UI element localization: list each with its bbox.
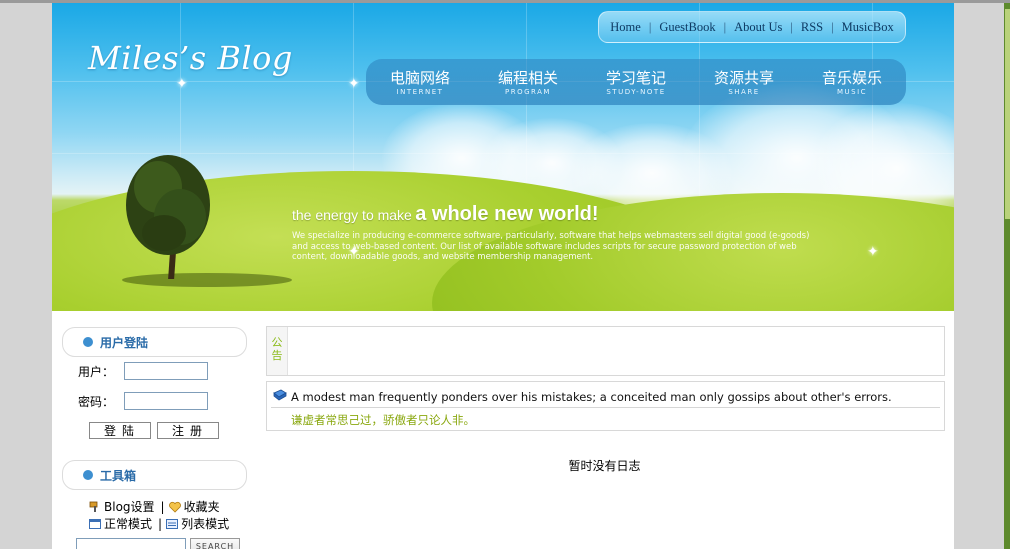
tool-favorites[interactable]: 收藏夹 — [184, 498, 220, 515]
username-input[interactable] — [124, 362, 208, 380]
nav-item-music[interactable]: 音乐娱乐 MUSIC — [802, 69, 902, 96]
slogan-big: a whole new world! — [415, 203, 599, 225]
nav-sublabel: PROGRAM — [505, 87, 551, 96]
nav-label: 资源共享 — [713, 68, 774, 87]
blog-page: ✦ ✦ ✦ ✦ Miles’s Blog Home | GuestBook | … — [52, 3, 954, 549]
guestbook-link[interactable]: GuestBook — [659, 20, 715, 35]
separator: | — [723, 19, 727, 34]
nav-label: 音乐娱乐 — [821, 68, 882, 87]
top-links-bar: Home | GuestBook | About Us | RSS | Musi… — [598, 11, 906, 43]
quote-english: A modest man frequently ponders over his… — [291, 390, 892, 404]
nav-item-internet[interactable]: 电脑网络 INTERNET — [370, 69, 470, 96]
password-input[interactable] — [124, 392, 208, 410]
nav-sublabel: MUSIC — [836, 87, 868, 96]
username-label: 用户： — [78, 364, 115, 379]
search-input[interactable] — [76, 538, 186, 549]
about-us-link[interactable]: About Us — [734, 20, 782, 35]
blog-logo[interactable]: Miles’s Blog — [88, 39, 293, 77]
bullet-icon — [83, 470, 93, 480]
toolbox-panel-title: 工具箱 — [62, 460, 247, 490]
window-icon — [89, 518, 101, 529]
nav-sublabel: SHARE — [728, 87, 760, 96]
nav-sublabel: INTERNET — [396, 87, 444, 96]
sparkle-icon: ✦ — [348, 76, 360, 92]
quote-box: A modest man frequently ponders over his… — [266, 381, 945, 431]
toolbox-row-1: Blog设置 | 收藏夹 — [89, 498, 220, 515]
login-panel-title: 用户登陆 — [62, 327, 247, 357]
search-button[interactable]: SEARCH — [190, 538, 240, 549]
separator: | — [160, 499, 165, 514]
tool-blog-settings[interactable]: Blog设置 — [104, 498, 155, 515]
separator: | — [158, 516, 163, 531]
login-button[interactable]: 登陆 — [89, 422, 151, 439]
sidebar: 用户登陆 用户： 密码： 登陆 注册 工具箱 Blog设置 | 收藏夹 正常模式… — [52, 318, 254, 549]
list-icon — [166, 518, 179, 529]
separator: | — [790, 19, 793, 34]
nav-label: 学习笔记 — [605, 68, 666, 87]
no-posts-message: 暂时没有日志 — [568, 459, 641, 473]
tool-list-mode[interactable]: 列表模式 — [181, 515, 229, 532]
bullet-icon — [83, 337, 93, 347]
vertical-scrollbar[interactable] — [1004, 3, 1010, 549]
header-banner: ✦ ✦ ✦ ✦ Miles’s Blog Home | GuestBook | … — [52, 3, 954, 311]
banner-slogan: the energy to make a whole new world! — [292, 203, 599, 226]
password-row: 密码： — [78, 392, 208, 410]
nav-label: 电脑网络 — [389, 68, 450, 87]
announcement-box: 公告 — [266, 326, 945, 376]
nav-sublabel: STUDY-NOTE — [606, 87, 666, 96]
announcement-tag: 公告 — [267, 327, 288, 375]
sparkle-icon: ✦ — [176, 76, 188, 92]
nav-item-share[interactable]: 资源共享 SHARE — [694, 69, 794, 96]
quote-chinese: 谦虚者常思己过，骄傲者只论人非。 — [291, 413, 475, 427]
register-button[interactable]: 注册 — [157, 422, 219, 439]
rss-link[interactable]: RSS — [801, 20, 823, 35]
sparkle-icon: ✦ — [867, 244, 879, 260]
password-label: 密码： — [78, 394, 115, 409]
banner-tagline: We specialize in producing e-commerce so… — [292, 231, 810, 262]
tree-shadow — [122, 273, 292, 287]
nav-item-program[interactable]: 编程相关 PROGRAM — [478, 69, 578, 96]
nav-label: 编程相关 — [497, 68, 558, 87]
username-row: 用户： — [78, 362, 208, 380]
divider — [271, 407, 940, 408]
settings-icon — [89, 501, 98, 512]
tool-normal-mode[interactable]: 正常模式 — [104, 515, 152, 532]
nav-item-study-note[interactable]: 学习笔记 STUDY-NOTE — [586, 69, 686, 96]
toolbox-row-2: 正常模式 | 列表模式 — [89, 515, 229, 532]
slogan-small: the energy to make — [292, 207, 412, 223]
heart-icon — [168, 501, 181, 513]
tree-icon — [126, 155, 210, 255]
book-icon — [273, 389, 287, 401]
page-left-margin — [0, 3, 52, 549]
login-title-text: 用户登陆 — [100, 335, 149, 350]
toolbox-title-text: 工具箱 — [100, 468, 137, 483]
page-right-margin — [954, 3, 1010, 549]
musicbox-link[interactable]: MusicBox — [842, 20, 894, 35]
separator: | — [648, 19, 652, 34]
main-nav: 电脑网络 INTERNET 编程相关 PROGRAM 学习笔记 STUDY-NO… — [366, 59, 906, 105]
home-link[interactable]: Home — [610, 20, 641, 35]
separator: | — [831, 19, 834, 34]
scrollbar-thumb[interactable] — [1004, 9, 1010, 219]
